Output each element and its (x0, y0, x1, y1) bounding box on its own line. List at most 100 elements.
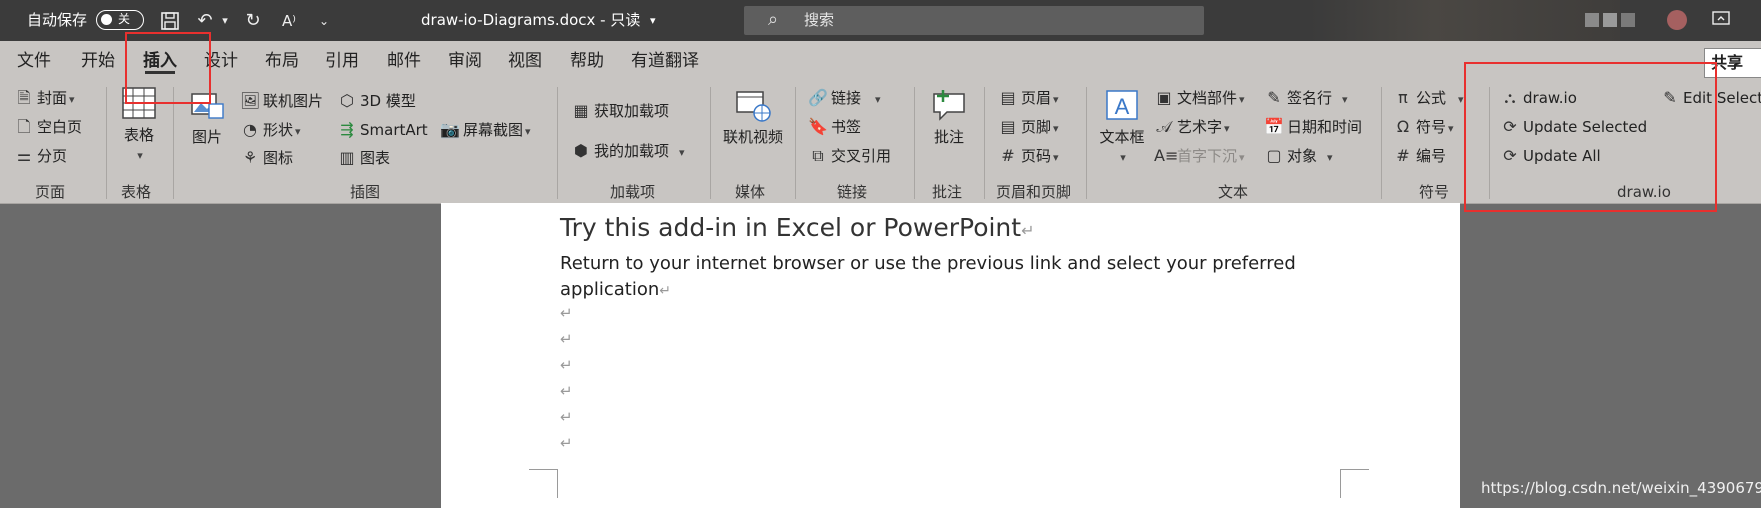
page-break-button[interactable]: ⚌ 分页 (14, 146, 67, 166)
addins-icon: ⬢ (574, 141, 588, 160)
quick-parts-button[interactable]: ▣ 文档部件 ▾ (1154, 88, 1244, 110)
comment-label: 批注 (933, 128, 964, 146)
link-icon: 🔗 (808, 88, 828, 107)
group-label-tables: 表格 (121, 183, 152, 201)
group-label-links: 链接 (837, 183, 868, 201)
group-separator (1086, 87, 1087, 199)
shapes-button[interactable]: ◔ 形状 ▾ (240, 120, 301, 142)
quick-parts-label: 文档部件 (1177, 89, 1238, 107)
page-break-label: 分页 (37, 147, 68, 165)
cover-page-icon: 🗎 (17, 88, 31, 107)
read-aloud-icon[interactable]: A⁾ (278, 10, 300, 32)
footer-button[interactable]: ▤ 页脚 ▾ (998, 117, 1058, 139)
link-button[interactable]: 🔗 链接 ▾ (808, 88, 881, 110)
screenshot-button[interactable]: 📷 屏幕截图 ▾ (440, 120, 531, 142)
smartart-icon: ⇶ (340, 120, 354, 139)
pi-icon: π (1398, 88, 1408, 107)
customize-toolbar-icon[interactable]: ⌄ (313, 10, 335, 32)
undo-icon[interactable]: ↶ (194, 10, 216, 32)
title-dropdown-icon[interactable]: ▾ (650, 0, 656, 41)
title-bar: 自动保存 关 ↶ ▾ ↻ A⁾ ⌄ draw-io-Diagrams.docx … (0, 0, 1761, 41)
text-box-button[interactable]: A 文本框 ▾ (1096, 88, 1148, 165)
group-label-addins: 加载项 (610, 183, 656, 201)
cover-page-button[interactable]: 🗎 封面 ▾ (14, 88, 75, 110)
online-video-button[interactable]: 联机视频 (720, 88, 786, 147)
title-background-art (1310, 0, 1620, 41)
page-number-button[interactable]: # 页码 ▾ (998, 146, 1058, 168)
tab-youdao[interactable]: 有道翻译 (631, 41, 699, 82)
tab-home[interactable]: 开始 (81, 41, 115, 82)
get-addins-button[interactable]: ▦ 获取加载项 (571, 101, 669, 121)
signature-line-label: 签名行 (1287, 89, 1333, 107)
account-blur (1603, 13, 1617, 27)
comment-button[interactable]: 批注 (924, 88, 974, 147)
svg-text:A: A (1115, 94, 1130, 119)
search-box[interactable]: ⌕ 搜索 (744, 6, 1204, 35)
bookmark-button[interactable]: 🔖 书签 (808, 117, 861, 137)
header-label: 页眉 (1021, 89, 1052, 107)
paragraph-mark: ↵ (560, 356, 573, 374)
icons-button[interactable]: ⚘ 图标 (240, 148, 293, 168)
blank-page-label: 空白页 (37, 118, 83, 136)
account-blur (1621, 13, 1635, 27)
document-title: draw-io-Diagrams.docx - 只读 (421, 11, 641, 29)
equation-button[interactable]: π 公式 ▾ (1393, 88, 1463, 110)
date-time-button[interactable]: 📅 日期和时间 (1264, 117, 1362, 137)
number-button[interactable]: # 编号 (1393, 146, 1446, 166)
shapes-icon: ◔ (243, 120, 257, 139)
save-icon[interactable] (159, 10, 181, 32)
my-addins-button[interactable]: ⬢ 我的加载项 ▾ (571, 141, 685, 163)
cross-reference-label: 交叉引用 (831, 147, 892, 165)
smartart-button[interactable]: ⇶ SmartArt (337, 120, 427, 140)
group-separator (106, 87, 107, 199)
bookmark-icon: 🔖 (808, 117, 828, 136)
tab-file[interactable]: 文件 (17, 41, 51, 82)
tab-layout[interactable]: 布局 (265, 41, 299, 82)
symbol-button[interactable]: Ω 符号 ▾ (1393, 117, 1454, 139)
drop-cap-button[interactable]: A≡首字下沉 ▾ (1154, 146, 1245, 168)
cross-reference-button[interactable]: ⧉ 交叉引用 (808, 146, 891, 166)
3d-models-button[interactable]: ⬡ 3D 模型 (337, 91, 416, 111)
wordart-button[interactable]: 𝒜 艺术字 ▾ (1154, 117, 1229, 139)
object-icon: ▢ (1266, 146, 1282, 165)
tab-help[interactable]: 帮助 (570, 41, 604, 82)
signature-line-button[interactable]: ✎ 签名行 ▾ (1264, 88, 1347, 110)
table-label: 表格 (123, 126, 154, 144)
quick-parts-icon: ▣ (1156, 88, 1172, 107)
blank-page-button[interactable]: 🗋 空白页 (14, 117, 82, 137)
pictures-label: 图片 (191, 128, 222, 146)
drop-cap-icon: A≡ (1154, 146, 1179, 165)
document-page[interactable]: Try this add-in in Excel or PowerPoint↵ … (441, 203, 1460, 508)
header-icon: ▤ (1000, 88, 1016, 107)
group-separator (710, 87, 711, 199)
tab-mailings[interactable]: 邮件 (387, 41, 421, 82)
chart-icon: ▥ (339, 148, 355, 167)
wordart-icon: 𝒜 (1156, 117, 1172, 136)
redo-icon[interactable]: ↻ (242, 10, 264, 32)
tab-view[interactable]: 视图 (508, 41, 542, 82)
header-button[interactable]: ▤ 页眉 ▾ (998, 88, 1058, 110)
chart-button[interactable]: ▥ 图表 (337, 148, 390, 168)
undo-dropdown-icon[interactable]: ▾ (214, 10, 236, 32)
paragraph-mark: ↵ (560, 330, 573, 348)
group-separator (914, 87, 915, 199)
group-separator (984, 87, 985, 199)
autosave-label: 自动保存 (27, 11, 88, 29)
online-pictures-icon: 🖼 (240, 91, 261, 110)
ribbon-display-icon[interactable] (1710, 10, 1732, 32)
document-body-line2: application (560, 279, 660, 300)
tab-references[interactable]: 引用 (325, 41, 359, 82)
page-number-label: 页码 (1021, 147, 1052, 165)
group-label-text: 文本 (1218, 183, 1249, 201)
3d-models-label: 3D 模型 (360, 92, 416, 110)
avatar[interactable] (1667, 10, 1687, 30)
online-pictures-button[interactable]: 🖼 联机图片 (240, 91, 323, 111)
object-button[interactable]: ▢ 对象 ▾ (1264, 146, 1332, 168)
account-blur (1585, 13, 1599, 27)
object-label: 对象 (1287, 147, 1318, 165)
cover-page-label: 封面 (37, 89, 68, 107)
tab-review[interactable]: 审阅 (448, 41, 482, 82)
document-body-line1: Return to your internet browser or use t… (560, 253, 1296, 274)
autosave-toggle[interactable]: 关 (96, 10, 144, 30)
comment-icon (933, 90, 965, 121)
